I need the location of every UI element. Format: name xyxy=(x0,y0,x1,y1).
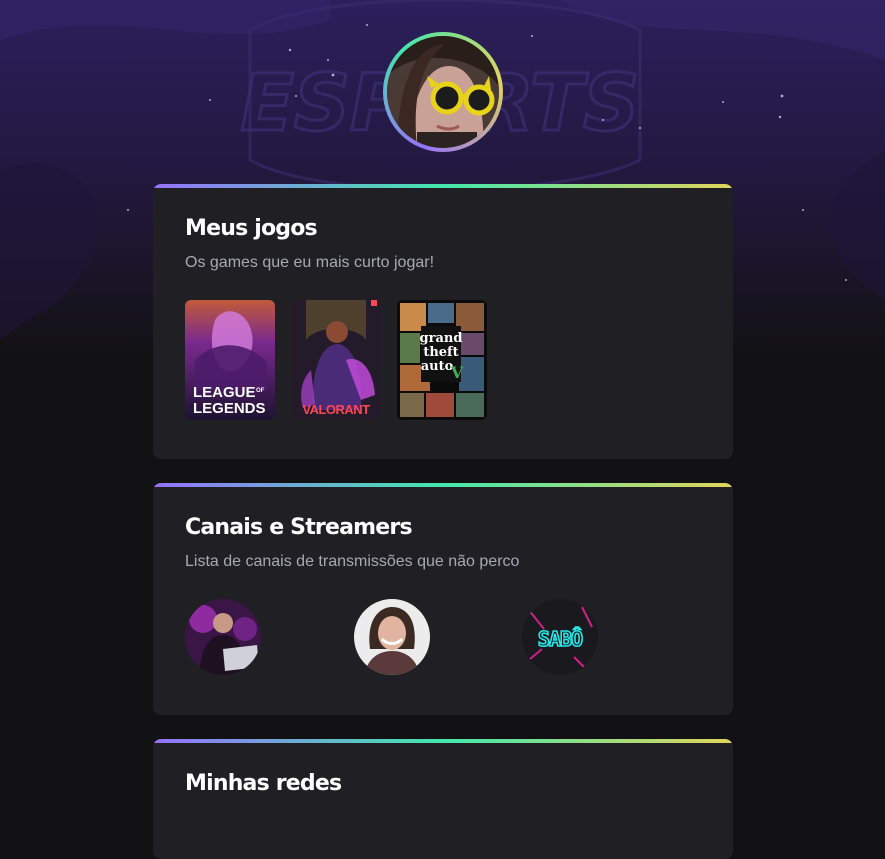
games-section-subtitle: Os games que eu mais curto jogar! xyxy=(185,254,435,271)
game-cover-gta-v[interactable]: grand theft auto V xyxy=(397,300,487,420)
channels-section-title: Canais e Streamers xyxy=(185,515,413,540)
game-cover-valorant[interactable]: VALORANT xyxy=(291,300,381,420)
gta-cover-line2: theft xyxy=(423,345,458,360)
networks-section-title: Minhas redes xyxy=(185,771,342,796)
smiling-woman-avatar xyxy=(354,599,430,675)
sabo-logo-text: SABÔ xyxy=(538,627,583,651)
lol-cover-line2: LEGENDS xyxy=(193,400,266,417)
lol-cover-of: OF xyxy=(256,388,265,394)
channels-card: Canais e Streamers Lista de canais de tr… xyxy=(153,483,733,715)
channels-section-subtitle: Lista de canais de transmissões que não … xyxy=(185,553,520,570)
game-cover-league-of-legends[interactable]: LEAGUE OF LEGENDS xyxy=(185,300,275,420)
channel-avatar-2[interactable] xyxy=(354,599,430,675)
gta-cover-line1: grand xyxy=(420,331,463,346)
streamer-with-laptop-avatar xyxy=(185,599,261,675)
games-card: Meus jogos Os games que eu mais curto jo… xyxy=(153,184,733,459)
profile-photo xyxy=(387,36,499,148)
valorant-cover-text: VALORANT xyxy=(302,402,370,417)
games-section-title: Meus jogos xyxy=(185,216,318,241)
channel-avatar-1[interactable] xyxy=(185,599,261,675)
gta-cover-numeral: V xyxy=(450,363,464,382)
gta-cover-line3: auto xyxy=(421,359,454,374)
lol-cover-line1: LEAGUE xyxy=(193,384,256,401)
neon-logo-avatar: SABÔ xyxy=(522,599,598,675)
channel-avatar-3[interactable]: SABÔ xyxy=(522,599,598,675)
profile-avatar xyxy=(383,32,503,152)
networks-card: Minhas redes xyxy=(153,739,733,859)
